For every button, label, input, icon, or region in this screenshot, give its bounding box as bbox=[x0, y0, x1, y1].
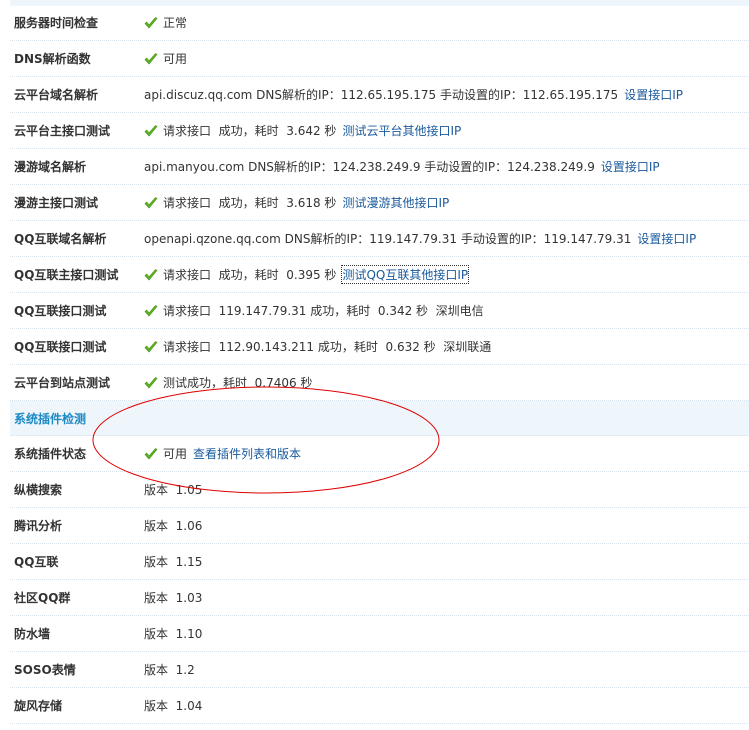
row-label: 社区QQ群 bbox=[14, 591, 71, 605]
list-row: 防水墙 版本 1.10 bbox=[10, 616, 749, 652]
diagnostics-list: 服务器时间检查 正常 DNS解析函数 可用 云平台域名解析 api.discuz.qq.c… bbox=[10, 5, 749, 724]
row-value: api.manyou.com DNS解析的IP：124.238.249.9 手动… bbox=[144, 158, 660, 175]
row-link[interactable]: 设置接口IP bbox=[601, 158, 660, 175]
list-row: QQ互联主接口测试 请求接口 成功，耗时 0.395 秒测试QQ互联其他接口IP bbox=[10, 257, 749, 293]
row-link[interactable]: 测试QQ互联其他接口IP bbox=[341, 265, 470, 284]
row-value: api.discuz.qq.com DNS解析的IP：112.65.195.17… bbox=[144, 86, 683, 103]
row-label: 漫游域名解析 bbox=[14, 160, 87, 174]
section-header: 系统插件检测 bbox=[10, 401, 749, 436]
list-row: 系统插件状态 可用 查看插件列表和版本 bbox=[10, 436, 749, 472]
list-row: QQ互联接口测试 请求接口 112.90.143.211 成功，耗时 0.632 … bbox=[10, 329, 749, 365]
row-value: 请求接口 成功，耗时 3.642 秒测试云平台其他接口IP bbox=[144, 122, 461, 139]
row-label: QQ互联主接口测试 bbox=[14, 268, 119, 282]
check-icon bbox=[144, 16, 158, 30]
row-link[interactable]: 设置接口IP bbox=[624, 86, 683, 103]
row-value: openapi.qzone.qq.com DNS解析的IP：119.147.79… bbox=[144, 230, 696, 247]
list-row: 云平台域名解析 api.discuz.qq.com DNS解析的IP：112.65… bbox=[10, 77, 749, 113]
row-value: 版本 1.15 bbox=[144, 553, 202, 570]
row-text: 版本 1.04 bbox=[144, 699, 203, 713]
row-link[interactable]: 测试云平台其他接口IP bbox=[342, 122, 461, 139]
row-link[interactable]: 测试漫游其他接口IP bbox=[342, 194, 449, 211]
row-value: 版本 1.06 bbox=[144, 517, 202, 534]
check-icon bbox=[144, 447, 158, 461]
row-value: 请求接口 112.90.143.211 成功，耗时 0.632 秒 深圳联通 bbox=[144, 338, 491, 355]
row-text: 版本 1.05 bbox=[144, 483, 203, 497]
row-label: QQ互联接口测试 bbox=[14, 304, 107, 318]
list-row: QQ互联 版本 1.15 bbox=[10, 544, 749, 580]
row-label: 旋风存储 bbox=[14, 699, 63, 713]
list-row: QQ互联接口测试 请求接口 119.147.79.31 成功，耗时 0.342 秒… bbox=[10, 293, 749, 329]
row-text: 请求接口 112.90.143.211 成功，耗时 0.632 秒 深圳联通 bbox=[163, 340, 492, 354]
row-value: 请求接口 成功，耗时 3.618 秒测试漫游其他接口IP bbox=[144, 194, 449, 211]
row-label: 漫游主接口测试 bbox=[14, 196, 99, 210]
row-value: 请求接口 119.147.79.31 成功，耗时 0.342 秒 深圳电信 bbox=[144, 302, 484, 319]
list-row: 漫游主接口测试 请求接口 成功，耗时 3.618 秒测试漫游其他接口IP bbox=[10, 185, 749, 221]
row-value: 版本 1.03 bbox=[144, 589, 202, 606]
row-link[interactable]: 查看插件列表和版本 bbox=[193, 445, 301, 462]
row-text: 请求接口 成功，耗时 0.395 秒 bbox=[163, 268, 337, 282]
row-label: 服务器时间检查 bbox=[14, 16, 99, 30]
row-value: 可用 bbox=[144, 50, 187, 67]
row-text: 可用 bbox=[163, 447, 188, 461]
row-label: 云平台到站点测试 bbox=[14, 376, 111, 390]
row-text: 版本 1.2 bbox=[144, 663, 195, 677]
row-label: DNS解析函数 bbox=[14, 52, 91, 66]
list-row: 云平台主接口测试 请求接口 成功，耗时 3.642 秒测试云平台其他接口IP bbox=[10, 113, 749, 149]
list-row: 纵横搜索 版本 1.05 bbox=[10, 472, 749, 508]
row-label: QQ互联 bbox=[14, 555, 59, 569]
row-label: 云平台主接口测试 bbox=[14, 124, 111, 138]
row-value: 可用 查看插件列表和版本 bbox=[144, 445, 301, 462]
list-row: QQ互联域名解析 openapi.qzone.qq.com DNS解析的IP：11… bbox=[10, 221, 749, 257]
row-text: 版本 1.10 bbox=[144, 627, 203, 641]
row-text: 版本 1.15 bbox=[144, 555, 203, 569]
check-icon bbox=[144, 304, 158, 318]
row-value: 版本 1.04 bbox=[144, 697, 202, 714]
check-icon bbox=[144, 124, 158, 138]
row-label: QQ互联接口测试 bbox=[14, 340, 107, 354]
row-label: QQ互联域名解析 bbox=[14, 232, 107, 246]
check-icon bbox=[144, 376, 158, 390]
row-text: 请求接口 成功，耗时 3.642 秒 bbox=[163, 124, 337, 138]
row-text: 请求接口 成功，耗时 3.618 秒 bbox=[163, 196, 337, 210]
row-label: 腾讯分析 bbox=[14, 519, 63, 533]
list-row: 腾讯分析 版本 1.06 bbox=[10, 508, 749, 544]
list-row: 漫游域名解析 api.manyou.com DNS解析的IP：124.238.24… bbox=[10, 149, 749, 185]
list-row: DNS解析函数 可用 bbox=[10, 41, 749, 77]
row-label: SOSO表情 bbox=[14, 663, 76, 677]
row-text: 可用 bbox=[163, 52, 188, 66]
check-icon bbox=[144, 268, 158, 282]
row-value: 版本 1.05 bbox=[144, 481, 202, 498]
list-row: 旋风存储 版本 1.04 bbox=[10, 688, 749, 724]
row-text: 版本 1.03 bbox=[144, 591, 203, 605]
row-text: openapi.qzone.qq.com DNS解析的IP：119.147.79… bbox=[144, 232, 632, 246]
row-text: api.discuz.qq.com DNS解析的IP：112.65.195.17… bbox=[144, 88, 619, 102]
row-value: 版本 1.10 bbox=[144, 625, 202, 642]
row-text: api.manyou.com DNS解析的IP：124.238.249.9 手动… bbox=[144, 160, 595, 174]
check-icon bbox=[144, 196, 158, 210]
list-row: SOSO表情 版本 1.2 bbox=[10, 652, 749, 688]
row-label: 系统插件状态 bbox=[14, 447, 87, 461]
row-label: 纵横搜索 bbox=[14, 483, 63, 497]
list-row: 云平台到站点测试 测试成功，耗时 0.7406 秒 bbox=[10, 365, 749, 401]
check-icon bbox=[144, 340, 158, 354]
row-text: 请求接口 119.147.79.31 成功，耗时 0.342 秒 深圳电信 bbox=[163, 304, 484, 318]
row-value: 正常 bbox=[144, 14, 187, 31]
row-value: 请求接口 成功，耗时 0.395 秒测试QQ互联其他接口IP bbox=[144, 265, 470, 284]
row-text: 正常 bbox=[163, 16, 188, 30]
list-row: 社区QQ群 版本 1.03 bbox=[10, 580, 749, 616]
row-label: 防水墙 bbox=[14, 627, 51, 641]
row-value: 测试成功，耗时 0.7406 秒 bbox=[144, 374, 312, 391]
row-text: 测试成功，耗时 0.7406 秒 bbox=[163, 376, 313, 390]
row-value: 版本 1.2 bbox=[144, 661, 195, 678]
row-link[interactable]: 设置接口IP bbox=[637, 230, 696, 247]
row-text: 版本 1.06 bbox=[144, 519, 203, 533]
row-label: 云平台域名解析 bbox=[14, 88, 99, 102]
check-icon bbox=[144, 52, 158, 66]
section-title: 系统插件检测 bbox=[14, 411, 87, 426]
list-row: 服务器时间检查 正常 bbox=[10, 5, 749, 41]
